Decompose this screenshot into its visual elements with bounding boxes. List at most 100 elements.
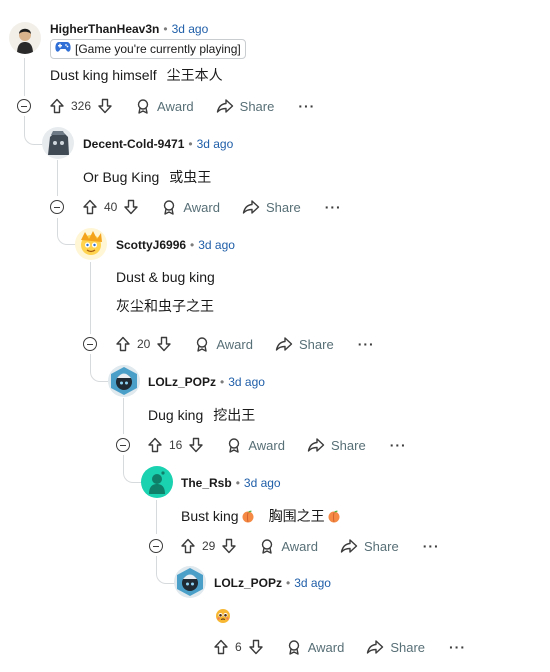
thread-elbow: [57, 218, 76, 245]
timestamp[interactable]: 3d ago: [172, 21, 209, 37]
share-icon: [366, 639, 384, 655]
comment-body: Or Bug King 或虫王: [83, 167, 211, 187]
avatar[interactable]: [42, 127, 74, 159]
award-label: Award: [281, 538, 318, 554]
collapse-button[interactable]: [17, 99, 31, 113]
more-options-button[interactable]: ···: [423, 538, 440, 554]
award-label: Award: [216, 336, 253, 352]
peach-emoji-icon: [241, 508, 255, 523]
share-icon: [216, 98, 234, 114]
username[interactable]: LOLz_POPz: [214, 575, 282, 591]
award-label: Award: [248, 437, 285, 453]
share-button[interactable]: Share: [242, 199, 301, 215]
share-label: Share: [363, 538, 399, 554]
timestamp[interactable]: 3d ago: [244, 475, 281, 491]
more-options-button[interactable]: ···: [449, 639, 466, 655]
comment-meta: HigherThanHeav3n • 3d ago: [50, 21, 208, 37]
peach-emoji-icon: [327, 508, 341, 523]
award-icon: [135, 98, 151, 114]
username[interactable]: Decent-Cold-9471: [83, 136, 184, 152]
comment-actions: 16 Award Share ···: [147, 434, 407, 456]
thread-line: [123, 398, 124, 434]
comment-actions: 6 Award Share ···: [213, 636, 466, 658]
vote-count: 6: [235, 640, 242, 654]
timestamp[interactable]: 3d ago: [294, 575, 331, 591]
collapse-button[interactable]: [116, 438, 130, 452]
collapse-button[interactable]: [50, 200, 64, 214]
username[interactable]: The_Rsb: [181, 475, 232, 491]
more-options-button[interactable]: ···: [325, 199, 342, 215]
downvote-icon[interactable]: [123, 199, 139, 215]
comment-meta: The_Rsb • 3d ago: [181, 475, 281, 491]
thread-elbow: [156, 556, 175, 584]
comment-actions: 29 Award Share ···: [180, 535, 440, 557]
downvote-icon[interactable]: [188, 437, 204, 453]
upvote-icon[interactable]: [82, 199, 98, 215]
avatar[interactable]: [141, 466, 173, 498]
more-options-button[interactable]: ···: [358, 336, 375, 352]
username[interactable]: HigherThanHeav3n: [50, 21, 159, 37]
award-button[interactable]: Award: [259, 538, 318, 554]
comment-body-line: Dust & bug king: [116, 269, 215, 285]
award-icon: [259, 538, 275, 554]
downvote-icon[interactable]: [221, 538, 237, 554]
share-icon: [340, 538, 358, 554]
downvote-icon[interactable]: [97, 98, 113, 114]
timestamp[interactable]: 3d ago: [228, 374, 265, 390]
upvote-icon[interactable]: [180, 538, 196, 554]
avatar[interactable]: [174, 566, 206, 598]
upvote-icon[interactable]: [147, 437, 163, 453]
vote-count: 29: [202, 539, 216, 553]
share-button[interactable]: Share: [216, 98, 274, 114]
thread-line: [24, 58, 25, 96]
comment-body: Dust king himself 尘王本人: [50, 65, 223, 85]
more-options-button[interactable]: ···: [298, 98, 315, 114]
vote-count: 16: [169, 438, 183, 452]
comment-meta: LOLz_POPz • 3d ago: [148, 374, 265, 390]
vote-count: 20: [137, 337, 151, 351]
vote-group: 40: [82, 199, 139, 215]
upvote-icon[interactable]: [115, 336, 131, 352]
thread-line: [90, 262, 91, 334]
vote-count: 326: [71, 99, 92, 113]
timestamp[interactable]: 3d ago: [197, 136, 234, 152]
comment-body-line: 灰尘和虫子之王: [116, 298, 214, 314]
vote-group: 29: [180, 538, 237, 554]
award-label: Award: [307, 639, 345, 655]
pleading-face-emoji-icon: [214, 607, 232, 625]
separator-dot: •: [190, 238, 195, 252]
share-button[interactable]: Share: [275, 336, 334, 352]
share-label: Share: [298, 336, 334, 352]
upvote-icon[interactable]: [213, 639, 229, 655]
share-button[interactable]: Share: [366, 639, 425, 655]
timestamp[interactable]: 3d ago: [198, 237, 235, 253]
downvote-icon[interactable]: [156, 336, 172, 352]
share-button[interactable]: Share: [307, 437, 366, 453]
avatar[interactable]: [75, 228, 107, 260]
upvote-icon[interactable]: [49, 98, 65, 114]
award-icon: [286, 639, 302, 655]
downvote-icon[interactable]: [248, 639, 264, 655]
avatar[interactable]: [108, 365, 140, 397]
award-button[interactable]: Award: [194, 336, 253, 352]
more-options-button[interactable]: ···: [390, 437, 407, 453]
share-icon: [307, 437, 325, 453]
avatar[interactable]: [9, 22, 41, 54]
user-flair: [Game you're currently playing]: [50, 39, 246, 59]
thread-elbow: [24, 116, 43, 145]
share-label: Share: [265, 199, 301, 215]
share-button[interactable]: Share: [340, 538, 399, 554]
comment-text-cjk: 挖出王: [213, 407, 256, 423]
username[interactable]: ScottyJ6996: [116, 237, 186, 253]
collapse-button[interactable]: [83, 337, 97, 351]
comment-text: Bust king: [181, 508, 239, 524]
comment-text: Dust king himself: [50, 67, 157, 83]
award-button[interactable]: Award: [286, 639, 345, 655]
award-button[interactable]: Award: [226, 437, 285, 453]
award-button[interactable]: Award: [135, 98, 194, 114]
award-button[interactable]: Award: [161, 199, 220, 215]
collapse-button[interactable]: [149, 539, 163, 553]
separator-dot: •: [163, 22, 168, 36]
username[interactable]: LOLz_POPz: [148, 374, 216, 390]
separator-dot: •: [188, 137, 193, 151]
